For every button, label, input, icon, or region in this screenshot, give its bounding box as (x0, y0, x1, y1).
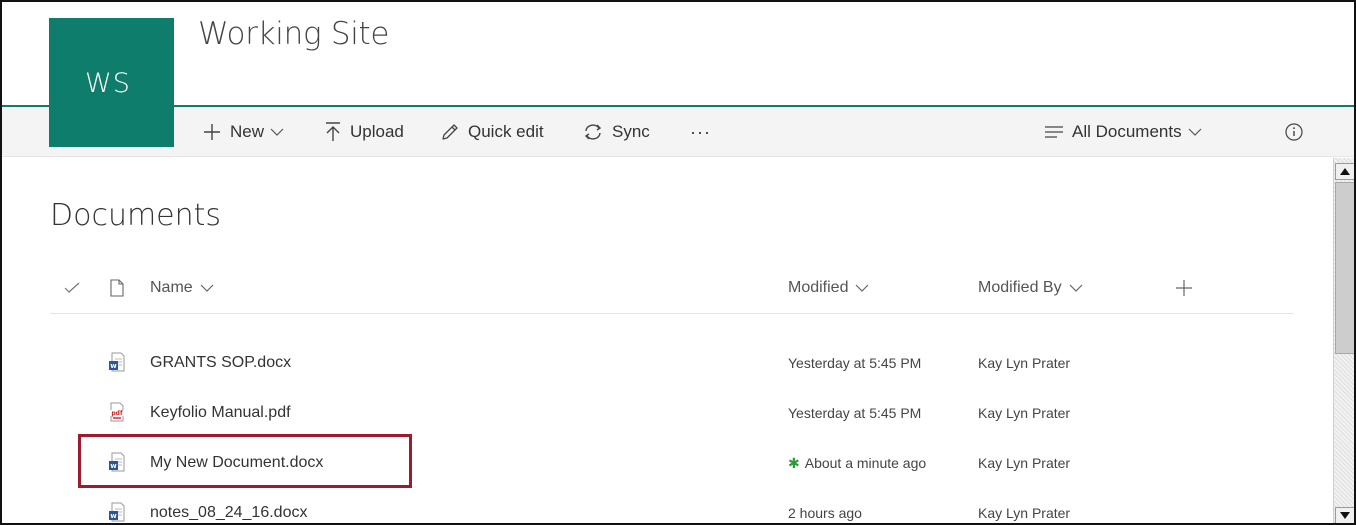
command-bar: New Upload Quick edit Sync ··· All Docum… (2, 107, 1354, 157)
checkmark-icon (64, 282, 80, 293)
svg-text:pdf: pdf (111, 410, 123, 417)
scroll-up-button[interactable] (1335, 163, 1354, 180)
quick-edit-button[interactable]: Quick edit (440, 107, 544, 157)
chevron-down-icon (1069, 283, 1083, 293)
svg-text:w: w (110, 362, 117, 370)
file-type-column-header[interactable] (110, 274, 124, 302)
file-name[interactable]: GRANTS SOP.docx (150, 343, 291, 383)
page-title: Documents (50, 198, 222, 233)
upload-icon (324, 122, 342, 142)
column-header-modified[interactable]: Modified (788, 274, 869, 302)
file-row[interactable]: w My New Document.docx ✱ About a minute a… (50, 443, 1290, 483)
add-column-button[interactable] (1175, 274, 1193, 302)
select-all-checkbox[interactable] (64, 274, 80, 302)
sync-button-label: Sync (612, 122, 650, 141)
new-button[interactable]: New (202, 107, 284, 157)
file-modified: Yesterday at 5:45 PM (788, 405, 922, 421)
pencil-icon (440, 122, 460, 142)
more-button[interactable]: ··· (690, 107, 711, 157)
sync-button[interactable]: Sync (582, 107, 650, 157)
word-file-icon: w (109, 452, 125, 472)
file-row[interactable]: w GRANTS SOP.docx Yesterday at 5:45 PM K… (50, 343, 1290, 383)
site-logo-text: WS (85, 68, 131, 99)
file-modified-text: About a minute ago (804, 455, 927, 471)
view-switcher[interactable]: All Documents (1044, 107, 1202, 157)
info-button[interactable] (1284, 107, 1312, 157)
file-modified: Yesterday at 5:45 PM (788, 355, 922, 371)
upload-button-label: Upload (350, 122, 404, 141)
file-name[interactable]: notes_08_24_16.docx (150, 493, 307, 523)
view-list-icon (1044, 125, 1064, 139)
file-modified-by[interactable]: Kay Lyn Prater (978, 443, 1070, 483)
chevron-down-icon (1188, 127, 1202, 137)
file-modified-by[interactable]: Kay Lyn Prater (978, 393, 1070, 433)
word-file-icon: w (109, 502, 125, 522)
column-header-modified-label: Modified (788, 279, 849, 296)
svg-text:w: w (110, 462, 117, 470)
vertical-scrollbar[interactable] (1333, 158, 1354, 523)
arrow-down-icon (1340, 512, 1350, 519)
arrow-up-icon (1340, 168, 1350, 175)
scroll-down-button[interactable] (1335, 507, 1354, 523)
column-header-name-label: Name (150, 279, 193, 296)
quick-edit-button-label: Quick edit (468, 122, 544, 141)
file-name[interactable]: My New Document.docx (150, 443, 323, 483)
plus-icon (202, 122, 222, 142)
file-modified-by[interactable]: Kay Lyn Prater (978, 343, 1070, 383)
site-header: Working Site (2, 2, 1354, 106)
document-icon (110, 279, 124, 297)
header-divider-line (50, 313, 1293, 314)
chevron-down-icon (270, 127, 284, 137)
column-header-name[interactable]: Name (150, 274, 214, 302)
app-window: Working Site WS New Upload Quick edit Sy… (0, 0, 1356, 525)
column-header-modified-by[interactable]: Modified By (978, 274, 1083, 302)
column-header-modified-by-label: Modified By (978, 279, 1062, 296)
new-item-star-icon: ✱ (788, 455, 800, 471)
more-icon: ··· (690, 121, 711, 142)
chevron-down-icon (200, 283, 214, 293)
scrollbar-thumb[interactable] (1335, 182, 1354, 354)
svg-text:w: w (110, 512, 117, 520)
file-modified-by[interactable]: Kay Lyn Prater (978, 493, 1070, 523)
file-modified: 2 hours ago (788, 505, 862, 521)
pdf-file-icon: pdf (109, 402, 125, 422)
view-switcher-label: All Documents (1072, 122, 1182, 141)
site-logo[interactable]: WS (49, 18, 174, 147)
sync-icon (582, 122, 604, 142)
info-icon (1284, 122, 1304, 142)
new-button-label: New (230, 122, 265, 141)
file-modified: ✱ About a minute ago (788, 443, 926, 483)
site-title[interactable]: Working Site (198, 16, 389, 52)
chevron-down-icon (855, 283, 869, 293)
file-row[interactable]: w notes_08_24_16.docx 2 hours ago Kay Ly… (50, 493, 1290, 523)
file-name[interactable]: Keyfolio Manual.pdf (150, 393, 291, 433)
word-file-icon: w (109, 352, 125, 372)
upload-button[interactable]: Upload (324, 107, 404, 157)
file-row[interactable]: pdf Keyfolio Manual.pdf Yesterday at 5:4… (50, 393, 1290, 433)
plus-icon (1176, 280, 1192, 296)
